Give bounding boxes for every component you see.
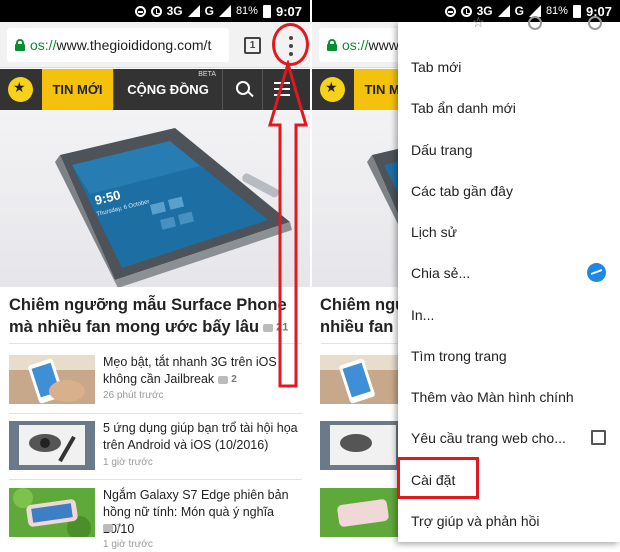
signal-icon [497,5,510,17]
site-logo[interactable] [320,77,345,102]
article-title-text: Mẹo bật, tắt nhanh 3G trên iOS không cần… [103,355,277,386]
network-type-secondary: G [204,4,214,18]
url-host: www.thegioididong.com/t [56,37,212,53]
annotation-circle [272,23,309,66]
info-icon[interactable] [528,16,542,30]
hero-article-title[interactable]: Chiêm ngưỡng mẫu Surface Phone mà nhiều … [9,294,304,339]
menu-item-recent-tabs[interactable]: Các tab gần đây [398,170,620,211]
url-scheme: os:// [30,37,57,53]
menu-item-label: Dấu trang [411,141,473,158]
bookmark-star-icon[interactable]: ☆ [472,14,486,30]
menu-item-label: Yêu cầu trang web cho... [411,429,566,446]
article-thumbnail [9,355,95,404]
menu-item-incognito-tab[interactable]: Tab ẩn danh mới [398,87,620,128]
article-comments: 7 [103,523,122,534]
surface-phone-illustration: 9:50 Thursday, 6 October [55,128,292,287]
menu-item-label: In... [411,306,435,323]
article-item[interactable]: Ngắm Galaxy S7 Edge phiên bản hồng nữ tí… [9,488,305,550]
comment-count: 7 [116,523,122,534]
url-scheme: os:// [342,37,369,53]
site-navigation: TIN MỚI CỘNG ĐỒNG BETA [0,69,310,110]
signal-icon [187,5,200,17]
tab-tin-moi-label: TIN MỚI [52,82,103,97]
menu-item-history[interactable]: Lịch sử [398,211,620,252]
url-field[interactable]: os:// www.thegioididong.com/t [7,28,229,62]
checkbox-icon[interactable] [591,430,606,445]
article-thumbnail [9,421,95,470]
menu-item-new-tab[interactable]: Tab mới [398,46,620,87]
article-time: 26 phút trước [103,390,164,401]
menu-item-share[interactable]: Chia sẻ... [398,252,620,293]
annotation-box [397,457,479,499]
menu-item-help-feedback[interactable]: Trợ giúp và phản hồi [398,500,620,541]
battery-icon [262,4,271,18]
reload-icon[interactable] [588,16,602,30]
menu-item-find-in-page[interactable]: Tìm trong trang [398,335,620,376]
comment-count: 2 [231,374,237,386]
tab-cong-dong[interactable]: CỘNG ĐỒNG BETA [113,69,223,110]
divider [9,343,302,344]
hero-image[interactable]: 9:50 Thursday, 6 October [0,110,310,287]
battery-percent: 81% [235,5,258,17]
site-logo[interactable] [8,77,33,102]
tab-switcher-button[interactable]: 1 [244,37,261,54]
menu-item-print[interactable]: In... [398,294,620,335]
clock: 9:07 [275,3,302,19]
article-title: Ngắm Galaxy S7 Edge phiên bản hồng nữ tí… [103,488,289,536]
menu-item-label: Chia sẻ... [411,264,471,281]
menu-top-icon-row: ☆ [398,14,620,44]
alarm-icon [150,5,162,17]
menu-item-label: Tab mới [411,58,462,75]
article-time: 1 giờ trước [103,539,153,550]
do-not-disturb-icon [134,5,146,17]
menu-item-label: Lịch sử [411,223,457,240]
article-thumbnail [320,421,400,470]
divider [9,479,302,480]
menu-item-label: Thêm vào Màn hình chính [411,388,574,405]
menu-item-label: Tìm trong trang [411,347,507,364]
menu-item-label: Tab ẩn danh mới [411,99,516,116]
hero-article-title-text: Chiêm ngưỡng mẫu Surface Phone mà nhiều … [9,296,287,336]
browser-toolbar: os:// www.thegioididong.com/t 1 [0,22,310,68]
article-item[interactable]: 5 ứng dụng giúp bạn trổ tài hội họa trên… [9,421,305,473]
tab-cong-dong-label: CỘNG ĐỒNG [127,82,209,97]
beta-badge: BETA [198,71,216,78]
menu-item-add-to-home[interactable]: Thêm vào Màn hình chính [398,376,620,417]
battery-percent: 81% [545,5,568,17]
signal-icon-2 [218,5,231,17]
lock-icon [15,39,25,51]
battery-icon [572,4,581,18]
article-thumbnail [320,355,400,404]
status-bar: 3G G 81% 9:07 [312,0,620,22]
lock-icon [327,39,337,51]
annotation-arrow [267,60,309,388]
comment-icon [103,524,113,533]
do-not-disturb-icon [444,5,456,17]
left-screenshot: 3G G 81% 9:07 os:// www.thegioididong.co… [0,0,310,552]
search-icon[interactable] [223,69,263,110]
menu-item-request-desktop[interactable]: Yêu cầu trang web cho... [398,417,620,458]
network-type: 3G [166,4,183,18]
menu-item-label: Trợ giúp và phản hồi [411,512,540,529]
alarm-icon [460,5,472,17]
article-thumbnail [9,488,95,537]
menu-item-label: Các tab gần đây [411,182,513,199]
status-bar: 3G G 81% 9:07 [0,0,310,22]
menu-item-bookmarks[interactable]: Dấu trang [398,129,620,170]
messenger-icon[interactable] [587,263,606,282]
article-time: 1 giờ trước [103,457,153,468]
comment-icon [218,375,229,384]
article-title: 5 ứng dụng giúp bạn trổ tài hội họa trên… [103,421,298,452]
divider [9,413,302,414]
tab-tin-moi[interactable]: TIN MỚI [42,69,113,110]
network-type-secondary: G [514,4,524,18]
article-thumbnail [320,488,400,537]
divider [321,343,401,344]
article-item[interactable]: Mẹo bật, tắt nhanh 3G trên iOS không cần… [9,355,305,407]
